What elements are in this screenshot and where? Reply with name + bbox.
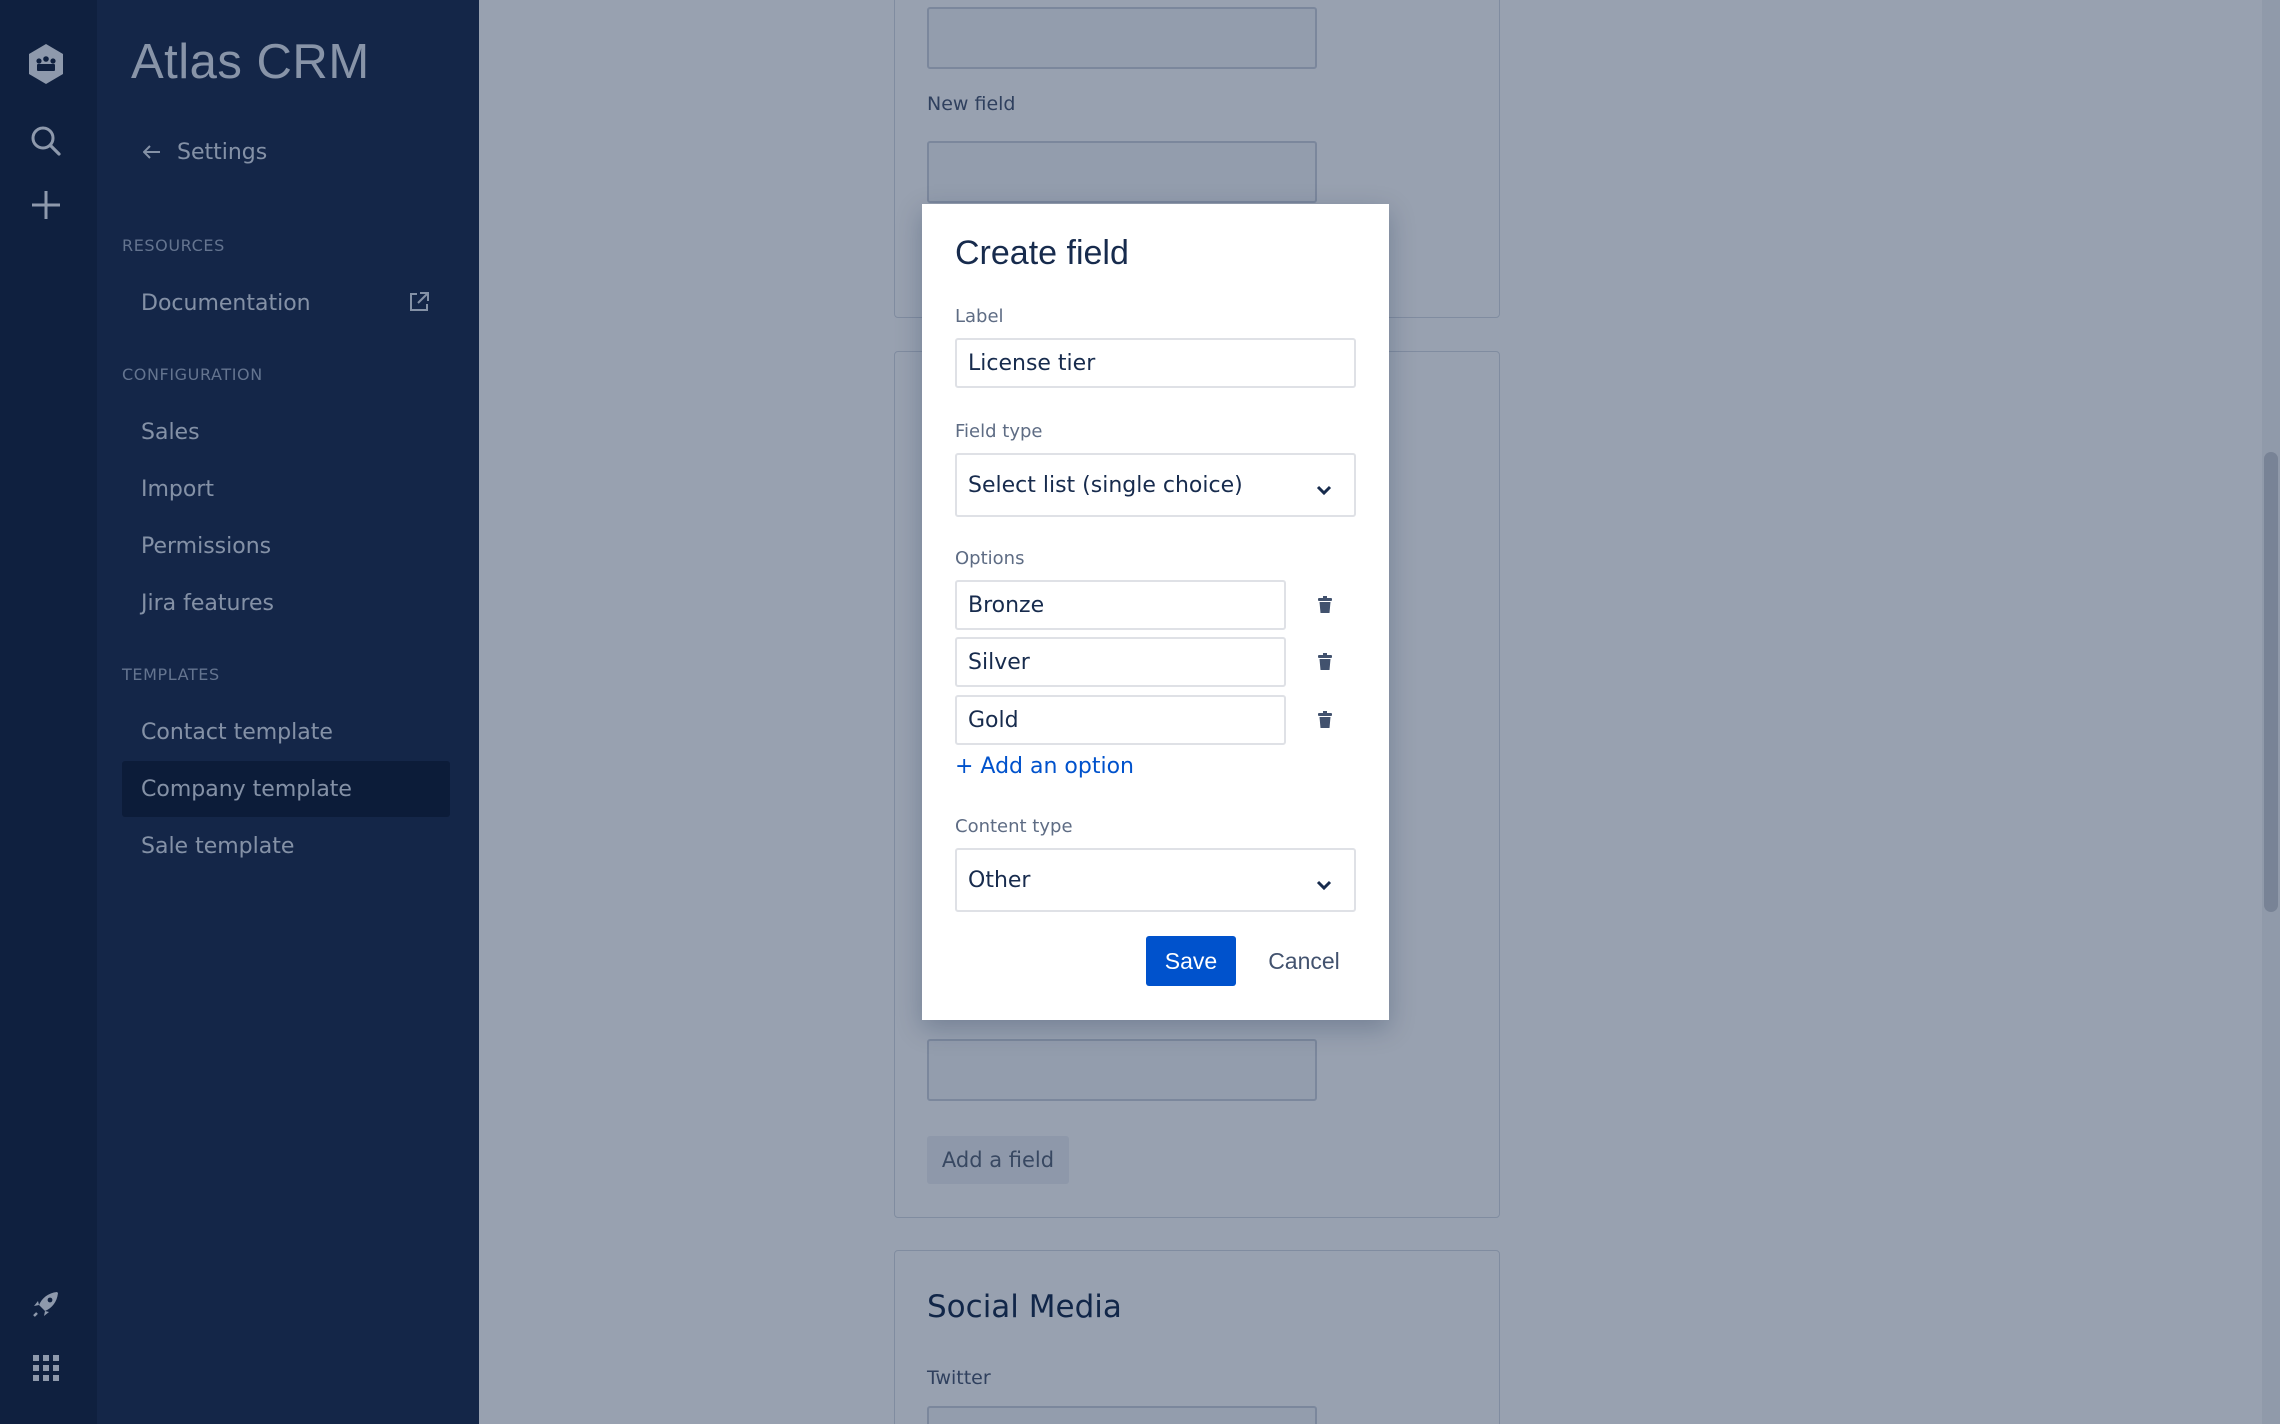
content-type-label: Content type [955,816,1073,837]
chevron-down-icon [1316,872,1332,897]
chevron-down-icon [1316,477,1332,502]
option-input[interactable]: Silver [955,637,1286,687]
option-input[interactable]: Gold [955,695,1286,745]
content-type-select[interactable]: Other [955,848,1356,912]
trash-icon[interactable] [1314,708,1336,732]
field-type-select[interactable]: Select list (single choice) [955,453,1356,517]
add-option-link[interactable]: + Add an option [955,754,1134,779]
trash-icon[interactable] [1314,593,1336,617]
label-input[interactable]: License tier [955,338,1356,388]
dialog-title: Create field [955,234,1129,272]
field-type-value: Select list (single choice) [968,472,1243,498]
create-field-dialog: Create field Label License tier Field ty… [922,204,1389,1020]
options-label: Options [955,548,1025,569]
label-field-label: Label [955,306,1004,327]
cancel-button[interactable]: Cancel [1256,936,1352,986]
trash-icon[interactable] [1314,650,1336,674]
field-type-label: Field type [955,421,1043,442]
content-type-value: Other [968,867,1031,893]
option-input[interactable]: Bronze [955,580,1286,630]
save-button[interactable]: Save [1146,936,1236,986]
